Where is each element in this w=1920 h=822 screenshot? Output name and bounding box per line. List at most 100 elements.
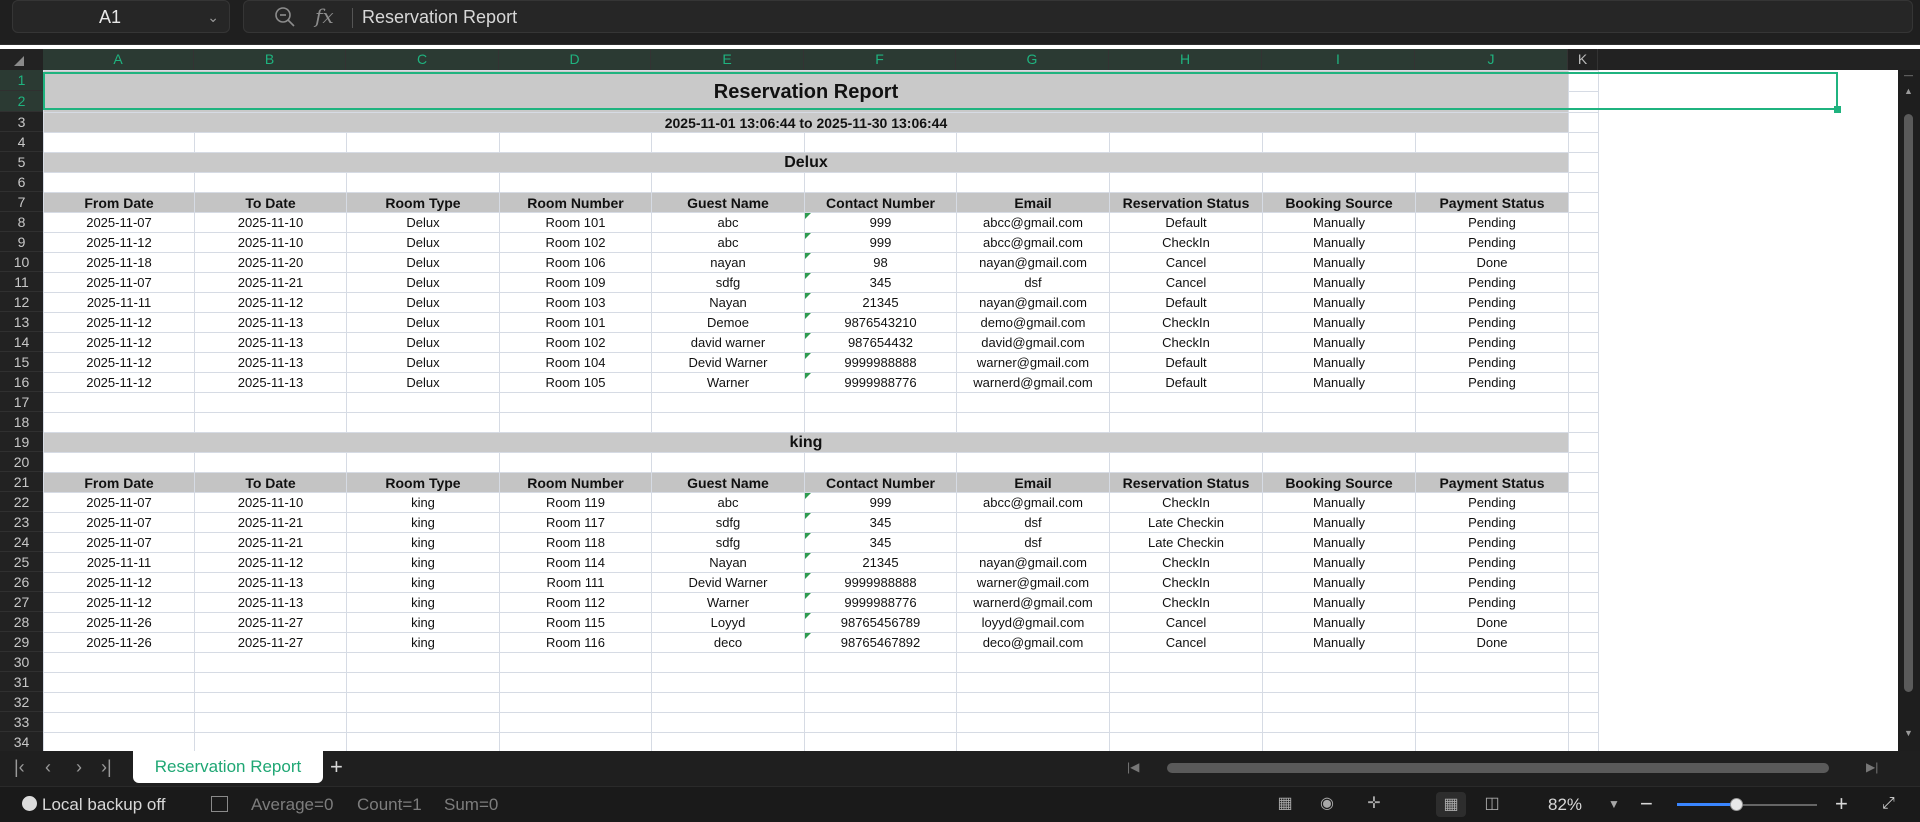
empty-cell[interactable]	[956, 712, 1110, 733]
row-header-3[interactable]: 3	[0, 112, 43, 132]
data-cell[interactable]: 2025-11-07	[43, 492, 195, 513]
horizontal-scroll-thumb[interactable]	[1167, 763, 1829, 773]
data-cell[interactable]: 2025-11-13	[194, 352, 347, 373]
empty-cell[interactable]	[194, 692, 347, 713]
data-cell[interactable]: abc	[651, 232, 805, 253]
data-cell[interactable]: Room 101	[499, 312, 652, 333]
empty-cell[interactable]	[43, 732, 195, 751]
empty-cell[interactable]	[194, 732, 347, 751]
data-cell[interactable]: Pending	[1415, 232, 1569, 253]
column-header-d[interactable]: D	[499, 49, 651, 70]
zoom-slider-knob[interactable]	[1730, 798, 1743, 811]
data-cell[interactable]: CheckIn	[1109, 552, 1263, 573]
backup-status-label[interactable]: Local backup off	[42, 787, 166, 822]
empty-cell[interactable]	[43, 132, 195, 153]
column-title[interactable]: To Date	[194, 192, 347, 213]
column-title[interactable]: Guest Name	[651, 472, 805, 493]
data-cell[interactable]: CheckIn	[1109, 572, 1263, 593]
empty-cell[interactable]	[1568, 292, 1599, 313]
data-cell[interactable]: 9999988888	[804, 352, 957, 373]
data-cell[interactable]: abcc@gmail.com	[956, 492, 1110, 513]
data-cell[interactable]: Demoe	[651, 312, 805, 333]
empty-cell[interactable]	[43, 672, 195, 693]
data-cell[interactable]: Nayan	[651, 552, 805, 573]
data-cell[interactable]: 98765467892	[804, 632, 957, 653]
empty-cell[interactable]	[1415, 172, 1569, 193]
data-cell[interactable]: 999	[804, 232, 957, 253]
data-cell[interactable]: 2025-11-12	[194, 292, 347, 313]
empty-cell[interactable]	[1568, 512, 1599, 533]
data-cell[interactable]: 9876543210	[804, 312, 957, 333]
empty-cell[interactable]	[1568, 572, 1599, 593]
data-cell[interactable]: 2025-11-07	[43, 272, 195, 293]
empty-cell[interactable]	[804, 172, 957, 193]
fullscreen-icon[interactable]: ⤢	[1882, 795, 1895, 813]
empty-cell[interactable]	[1415, 712, 1569, 733]
empty-cell[interactable]	[1568, 632, 1599, 653]
empty-cell[interactable]	[346, 412, 500, 433]
report-title[interactable]: Reservation Report	[43, 70, 1569, 113]
data-cell[interactable]: Room 102	[499, 332, 652, 353]
column-title[interactable]: Payment Status	[1415, 192, 1569, 213]
zoom-out-button[interactable]: −	[1640, 787, 1653, 820]
column-title[interactable]: Email	[956, 472, 1110, 493]
empty-cell[interactable]	[651, 692, 805, 713]
empty-cell[interactable]	[1109, 412, 1263, 433]
data-cell[interactable]: Manually	[1262, 272, 1416, 293]
empty-cell[interactable]	[1109, 652, 1263, 673]
data-cell[interactable]: Delux	[346, 252, 500, 273]
empty-cell[interactable]	[1109, 732, 1263, 751]
empty-cell[interactable]	[1568, 192, 1599, 213]
data-cell[interactable]: Room 105	[499, 372, 652, 393]
empty-cell[interactable]	[1109, 452, 1263, 473]
prev-sheet-icon[interactable]: ‹	[45, 757, 51, 778]
empty-cell[interactable]	[1568, 672, 1599, 693]
empty-cell[interactable]	[804, 692, 957, 713]
data-cell[interactable]: 2025-11-07	[43, 512, 195, 533]
column-title[interactable]: Guest Name	[651, 192, 805, 213]
empty-cell[interactable]	[1262, 652, 1416, 673]
empty-cell[interactable]	[194, 412, 347, 433]
backup-status-icon[interactable]	[22, 796, 37, 811]
empty-cell[interactable]	[1109, 712, 1263, 733]
data-cell[interactable]: Delux	[346, 352, 500, 373]
data-cell[interactable]: Pending	[1415, 512, 1569, 533]
row-header-11[interactable]: 11	[0, 272, 43, 292]
data-cell[interactable]: king	[346, 532, 500, 553]
empty-cell[interactable]	[346, 652, 500, 673]
empty-cell[interactable]	[43, 652, 195, 673]
row-header-17[interactable]: 17	[0, 392, 43, 412]
empty-cell[interactable]	[1109, 692, 1263, 713]
data-cell[interactable]: 345	[804, 512, 957, 533]
zoom-level[interactable]: 82%	[1548, 787, 1582, 822]
data-cell[interactable]: nayan@gmail.com	[956, 292, 1110, 313]
data-cell[interactable]: 2025-11-13	[194, 572, 347, 593]
data-cell[interactable]: abc	[651, 492, 805, 513]
data-cell[interactable]: Manually	[1262, 372, 1416, 393]
empty-cell[interactable]	[1568, 732, 1599, 751]
empty-cell[interactable]	[1568, 652, 1599, 673]
empty-cell[interactable]	[499, 412, 652, 433]
data-cell[interactable]: 2025-11-12	[43, 232, 195, 253]
data-cell[interactable]: 2025-11-21	[194, 272, 347, 293]
data-cell[interactable]: CheckIn	[1109, 492, 1263, 513]
empty-cell[interactable]	[499, 732, 652, 751]
column-title[interactable]: From Date	[43, 192, 195, 213]
empty-cell[interactable]	[1415, 652, 1569, 673]
data-cell[interactable]: warnerd@gmail.com	[956, 372, 1110, 393]
empty-cell[interactable]	[194, 132, 347, 153]
column-title[interactable]: From Date	[43, 472, 195, 493]
data-cell[interactable]: Delux	[346, 292, 500, 313]
empty-cell[interactable]	[194, 452, 347, 473]
column-title[interactable]: Contact Number	[804, 472, 957, 493]
vertical-scroll-thumb[interactable]	[1904, 114, 1913, 692]
empty-cell[interactable]	[1262, 732, 1416, 751]
empty-cell[interactable]	[1262, 132, 1416, 153]
data-cell[interactable]: Room 116	[499, 632, 652, 653]
empty-cell[interactable]	[1262, 412, 1416, 433]
data-cell[interactable]: 2025-11-12	[43, 572, 195, 593]
empty-cell[interactable]	[1262, 392, 1416, 413]
empty-cell[interactable]	[1568, 492, 1599, 513]
empty-cell[interactable]	[499, 712, 652, 733]
empty-cell[interactable]	[194, 172, 347, 193]
